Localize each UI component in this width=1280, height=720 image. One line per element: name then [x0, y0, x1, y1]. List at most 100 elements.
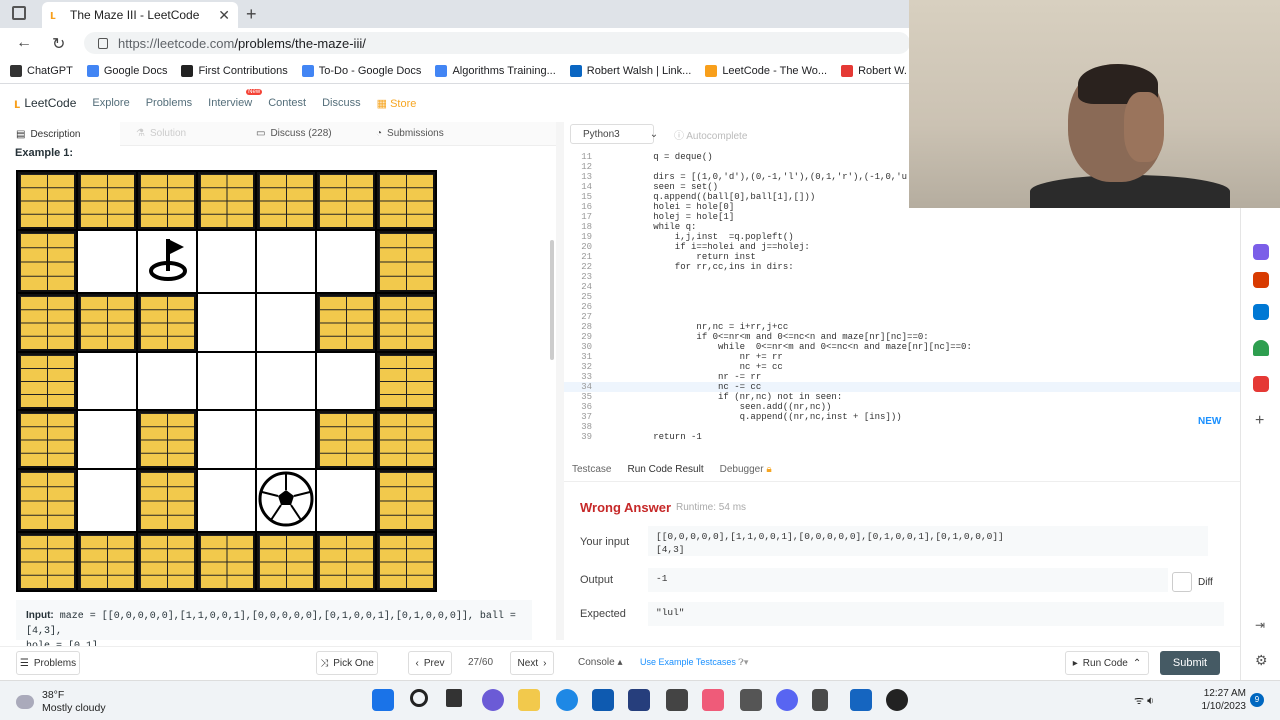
chat-icon[interactable] — [482, 689, 504, 711]
code-line[interactable]: 33 nr -= rr — [564, 372, 1240, 382]
code-line[interactable]: 27 — [564, 312, 1240, 322]
pane-divider[interactable] — [556, 122, 564, 640]
code-line[interactable]: 22 for rr,cc,ins in dirs: — [564, 262, 1240, 272]
nav-discuss[interactable]: Discuss — [322, 97, 361, 109]
tab-discuss[interactable]: ▭ Discuss (228) — [240, 128, 360, 139]
code-line[interactable]: 24 — [564, 282, 1240, 292]
bookmark-item[interactable]: To-Do - Google Docs — [301, 64, 421, 77]
bookmark-item[interactable]: ChatGPT — [10, 64, 73, 77]
tab-actions-icon[interactable] — [12, 6, 26, 20]
nav-explore[interactable]: Explore — [92, 97, 129, 109]
code-line[interactable]: 25 — [564, 292, 1240, 302]
tab-run-result[interactable]: Run Code Result — [627, 464, 703, 475]
task-view-icon[interactable] — [446, 689, 462, 707]
edge-icon[interactable] — [556, 689, 578, 711]
new-tab-icon[interactable]: + — [246, 4, 257, 25]
leetcode-logo[interactable]: ʟ LeetCode — [14, 95, 76, 111]
bookmark-item[interactable]: Robert Walsh | Link... — [569, 64, 691, 77]
bookmark-item[interactable]: Google Docs — [86, 64, 167, 77]
left-scrollbar[interactable] — [550, 240, 554, 360]
code-line[interactable]: 19 i,j,inst =q.popleft() — [564, 232, 1240, 242]
chevron-down-icon: ⌄ — [649, 128, 659, 140]
tab-testcase[interactable]: Testcase — [572, 464, 611, 475]
git-icon[interactable] — [740, 689, 762, 711]
tab-debugger[interactable]: Debugger 🔒︎ — [720, 464, 772, 475]
notification-badge[interactable]: 9 — [1250, 693, 1264, 707]
tab-submissions[interactable]: ◔ Submissions — [360, 128, 480, 139]
weather-widget[interactable]: 38°F Mostly cloudy — [16, 689, 106, 715]
search-icon[interactable] — [410, 689, 428, 707]
code-line[interactable]: 38 — [564, 422, 1240, 432]
youtube-icon[interactable] — [1253, 376, 1269, 392]
autocomplete-toggle[interactable]: ⓘ Autocomplete — [674, 127, 747, 142]
bookmark-item[interactable]: LeetCode - The Wo... — [705, 64, 827, 77]
obs-icon[interactable] — [886, 689, 908, 711]
nav-problems[interactable]: Problems — [146, 97, 192, 109]
tab-description[interactable]: ▤ Description — [0, 121, 120, 146]
music-icon[interactable] — [702, 689, 724, 711]
code-line[interactable]: 35 if (nr,nc) not in seen: — [564, 392, 1240, 402]
next-button[interactable]: Next › — [510, 651, 554, 675]
close-tab-icon[interactable]: ✕ — [218, 7, 230, 24]
code-line[interactable]: 17 holej = hole[1] — [564, 212, 1240, 222]
run-code-button[interactable]: ▸ Run Code ⌃ — [1065, 651, 1149, 675]
code-line[interactable]: 23 — [564, 272, 1240, 282]
code-line[interactable]: 20 if i==holei and j==holej: — [564, 242, 1240, 252]
nav-contest[interactable]: Contest — [268, 97, 306, 109]
notepad-icon[interactable] — [812, 689, 828, 711]
bookmark-icon — [181, 64, 194, 77]
cloud-icon — [16, 695, 34, 709]
sidebar-toggle-icon[interactable]: ⇥ — [1255, 618, 1265, 632]
code-line[interactable]: 21 return inst — [564, 252, 1240, 262]
camera-icon[interactable] — [850, 689, 872, 711]
system-tray[interactable]: ᯤ 🔉︎ — [1134, 693, 1154, 708]
store-icon[interactable] — [592, 689, 614, 711]
submit-button[interactable]: Submit — [1160, 651, 1220, 675]
add-icon[interactable]: + — [1255, 412, 1264, 430]
code-line[interactable]: 29 if 0<=nr<m and 0<=nc<n and maze[nr][n… — [564, 332, 1240, 342]
url-field[interactable]: https://leetcode.com/problems/the-maze-i… — [84, 32, 910, 54]
code-line[interactable]: 30 while 0<=nr<m and 0<=nc<n and maze[nr… — [564, 342, 1240, 352]
tree-icon[interactable] — [1253, 340, 1269, 356]
diff-toggle[interactable]: Diff — [1172, 572, 1222, 592]
language-select[interactable]: Python3 ⌄ — [570, 124, 658, 144]
code-line[interactable]: 18 while q: — [564, 222, 1240, 232]
bookmark-item[interactable]: Algorithms Training... — [435, 64, 556, 77]
file-explorer-icon[interactable] — [518, 689, 540, 711]
code-line[interactable]: 37 q.append((nr,nc,inst + [ins])) — [564, 412, 1240, 422]
back-icon[interactable]: ← — [16, 34, 32, 52]
outlook-icon[interactable] — [1253, 304, 1269, 320]
pick-one-button[interactable]: ⤨ Pick One — [316, 651, 378, 675]
visual-studio-icon[interactable] — [628, 689, 650, 711]
bookmark-icon — [301, 64, 314, 77]
code-line[interactable]: 34 nc -= cc — [564, 382, 1240, 392]
browser-tab[interactable]: ʟ The Maze III - LeetCode ✕ — [42, 2, 238, 28]
code-text: i,j,inst =q.popleft() — [610, 232, 794, 242]
office-icon[interactable] — [1253, 272, 1269, 288]
games-icon[interactable] — [1253, 244, 1269, 260]
reload-icon[interactable]: ↻ — [52, 34, 65, 54]
problems-button[interactable]: ☰ Problems — [16, 651, 80, 675]
console-toggle[interactable]: Console ▴ — [578, 657, 623, 668]
prev-button[interactable]: ‹ Prev — [408, 651, 452, 675]
nav-interview[interactable]: Interview New — [208, 89, 263, 109]
bookmark-item[interactable]: First Contributions — [181, 64, 288, 77]
clock[interactable]: 12:27 AM 1/10/2023 — [1172, 687, 1247, 713]
new-button[interactable]: NEW — [1192, 412, 1228, 431]
nav-store[interactable]: ▦ Store — [377, 97, 417, 110]
code-line[interactable]: 39 return -1 — [564, 432, 1240, 442]
code-line[interactable]: 31 nr += rr — [564, 352, 1240, 362]
use-example-testcases[interactable]: Use Example Testcases ❓︎▾ — [640, 657, 748, 668]
tab-solution[interactable]: ⚗ Solution — [120, 128, 240, 139]
code-line[interactable]: 26 — [564, 302, 1240, 312]
chevron-right-icon: › — [543, 657, 547, 669]
maze-empty-cell — [197, 470, 256, 532]
code-line[interactable]: 28 nr,nc = i+rr,j+cc — [564, 322, 1240, 332]
settings-icon[interactable]: ⚙ — [1255, 652, 1268, 669]
code-line[interactable]: 32 nc += cc — [564, 362, 1240, 372]
code-line[interactable]: 36 seen.add((nr,nc)) — [564, 402, 1240, 412]
terminal-icon[interactable] — [666, 689, 688, 711]
line-number: 22 — [581, 262, 592, 272]
discord-icon[interactable] — [776, 689, 798, 711]
start-icon[interactable] — [372, 689, 394, 711]
